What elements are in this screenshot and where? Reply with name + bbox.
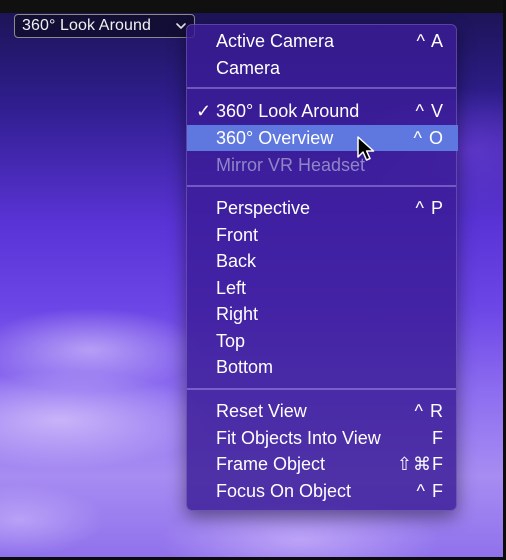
menu-separator bbox=[187, 87, 456, 89]
top-toolbar-strip bbox=[0, 0, 506, 13]
menu-item-fit-objects-into-view[interactable]: Fit Objects Into View F bbox=[187, 425, 458, 451]
menu-item-360-overview[interactable]: 360° Overview ^ O bbox=[187, 125, 458, 151]
menu-item-back[interactable]: Back bbox=[187, 248, 458, 274]
menu-item-camera[interactable]: Camera bbox=[187, 55, 458, 81]
menu-item-active-camera[interactable]: Active Camera ^ A bbox=[187, 28, 458, 54]
menu-item-mirror-vr-headset: Mirror VR Headset bbox=[216, 155, 366, 175]
menu-item-reset-view[interactable]: Reset View ^ R bbox=[187, 398, 458, 424]
arrow-pointer-icon bbox=[357, 136, 377, 164]
menu-separator bbox=[187, 388, 456, 390]
camera-menu: Active Camera ^ A Camera ✓ 360° Look Aro… bbox=[186, 24, 458, 511]
menu-item-right[interactable]: Right bbox=[187, 301, 458, 327]
menu-item-frame-object[interactable]: Frame Object ⇧⌘F bbox=[187, 451, 458, 477]
menu-item-front[interactable]: Front bbox=[187, 222, 458, 248]
camera-view-popup[interactable]: 360° Look Around bbox=[14, 14, 195, 38]
camera-view-popup-label: 360° Look Around bbox=[22, 17, 151, 34]
menu-separator bbox=[187, 185, 456, 187]
menu-item-left[interactable]: Left bbox=[187, 275, 458, 301]
menu-item-focus-on-object[interactable]: Focus On Object ^ F bbox=[187, 478, 458, 504]
menu-item-perspective[interactable]: Perspective ^ P bbox=[187, 195, 458, 221]
menu-item-top[interactable]: Top bbox=[187, 328, 458, 354]
menu-item-bottom[interactable]: Bottom bbox=[187, 354, 458, 380]
checkmark-icon: ✓ bbox=[196, 101, 212, 121]
menu-item-360-look-around[interactable]: ✓ 360° Look Around ^ V bbox=[187, 98, 458, 124]
